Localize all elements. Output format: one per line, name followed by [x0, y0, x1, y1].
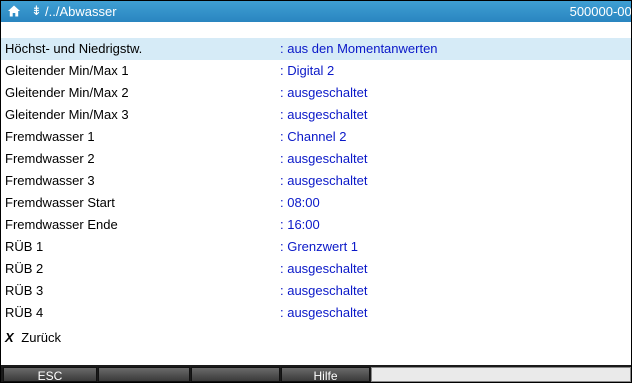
settings-row[interactable]: Fremdwasser Start : 08:00 [1, 192, 631, 214]
settings-row[interactable]: Fremdwasser 2 : ausgeschaltet [1, 148, 631, 170]
settings-row[interactable]: Gleitender Min/Max 3 : ausgeschaltet [1, 104, 631, 126]
setting-label: Gleitender Min/Max 1 [5, 63, 129, 78]
settings-row[interactable]: Fremdwasser 3 : ausgeschaltet [1, 170, 631, 192]
setting-value: : 08:00 [280, 195, 320, 210]
setting-value: : ausgeschaltet [280, 283, 368, 298]
settings-row[interactable]: Fremdwasser Ende : 16:00 [1, 214, 631, 236]
setting-value: : ausgeschaltet [280, 85, 368, 100]
softkey-3[interactable] [191, 367, 280, 382]
settings-row[interactable]: Gleitender Min/Max 1 : Digital 2 [1, 60, 631, 82]
back-item[interactable]: X Zurück [5, 330, 61, 345]
settings-row[interactable]: RÜB 4 : ausgeschaltet [1, 302, 631, 324]
setting-label: RÜB 4 [5, 305, 44, 320]
setting-label: Fremdwasser Start [5, 195, 115, 210]
device-screen: ⇟ /../Abwasser 500000-000 Höchst- und Ni… [0, 0, 632, 383]
softkey-bar: ESC Hilfe [1, 365, 631, 382]
setting-label: RÜB 3 [5, 283, 44, 298]
setting-label: Fremdwasser Ende [5, 217, 118, 232]
settings-list: Höchst- und Niedrigstw. : aus den Moment… [1, 38, 631, 324]
setting-value: : Channel 2 [280, 129, 347, 144]
setting-value: : ausgeschaltet [280, 107, 368, 122]
setting-value: : ausgeschaltet [280, 151, 368, 166]
softkey-help[interactable]: Hilfe [281, 367, 370, 382]
settings-row[interactable]: Gleitender Min/Max 2 : ausgeschaltet [1, 82, 631, 104]
back-label: Zurück [21, 330, 62, 345]
settings-row[interactable]: Höchst- und Niedrigstw. : aus den Moment… [1, 38, 631, 60]
setting-label: Fremdwasser 2 [5, 151, 95, 166]
setting-label: Gleitender Min/Max 3 [5, 107, 129, 122]
setting-label: RÜB 1 [5, 239, 44, 254]
setting-value: : ausgeschaltet [280, 305, 368, 320]
setting-label: Fremdwasser 1 [5, 129, 95, 144]
setting-value: : Grenzwert 1 [280, 239, 359, 254]
device-tag: 500000-000 [569, 4, 632, 19]
setting-value: : aus den Momentanwerten [280, 41, 438, 56]
breadcrumb: /../Abwasser [45, 4, 117, 19]
setting-value: : ausgeschaltet [280, 173, 368, 188]
softkey-esc[interactable]: ESC [3, 367, 97, 382]
settings-row[interactable]: RÜB 3 : ausgeschaltet [1, 280, 631, 302]
home-icon[interactable] [7, 4, 21, 18]
softkey-5 [371, 367, 631, 382]
setting-label: Fremdwasser 3 [5, 173, 95, 188]
back-x-icon: X [5, 330, 14, 345]
setting-value: : ausgeschaltet [280, 261, 368, 276]
title-bar: ⇟ /../Abwasser 500000-000 [1, 1, 631, 22]
settings-row[interactable]: Fremdwasser 1 : Channel 2 [1, 126, 631, 148]
softkey-2[interactable] [98, 367, 190, 382]
setting-value: : 16:00 [280, 217, 320, 232]
setting-value: : Digital 2 [280, 63, 335, 78]
setting-label: Höchst- und Niedrigstw. [5, 41, 143, 56]
settings-row[interactable]: RÜB 2 : ausgeschaltet [1, 258, 631, 280]
setting-label: RÜB 2 [5, 261, 44, 276]
settings-row[interactable]: RÜB 1 : Grenzwert 1 [1, 236, 631, 258]
setting-label: Gleitender Min/Max 2 [5, 85, 129, 100]
menu-path-icon: ⇟ [31, 3, 42, 18]
